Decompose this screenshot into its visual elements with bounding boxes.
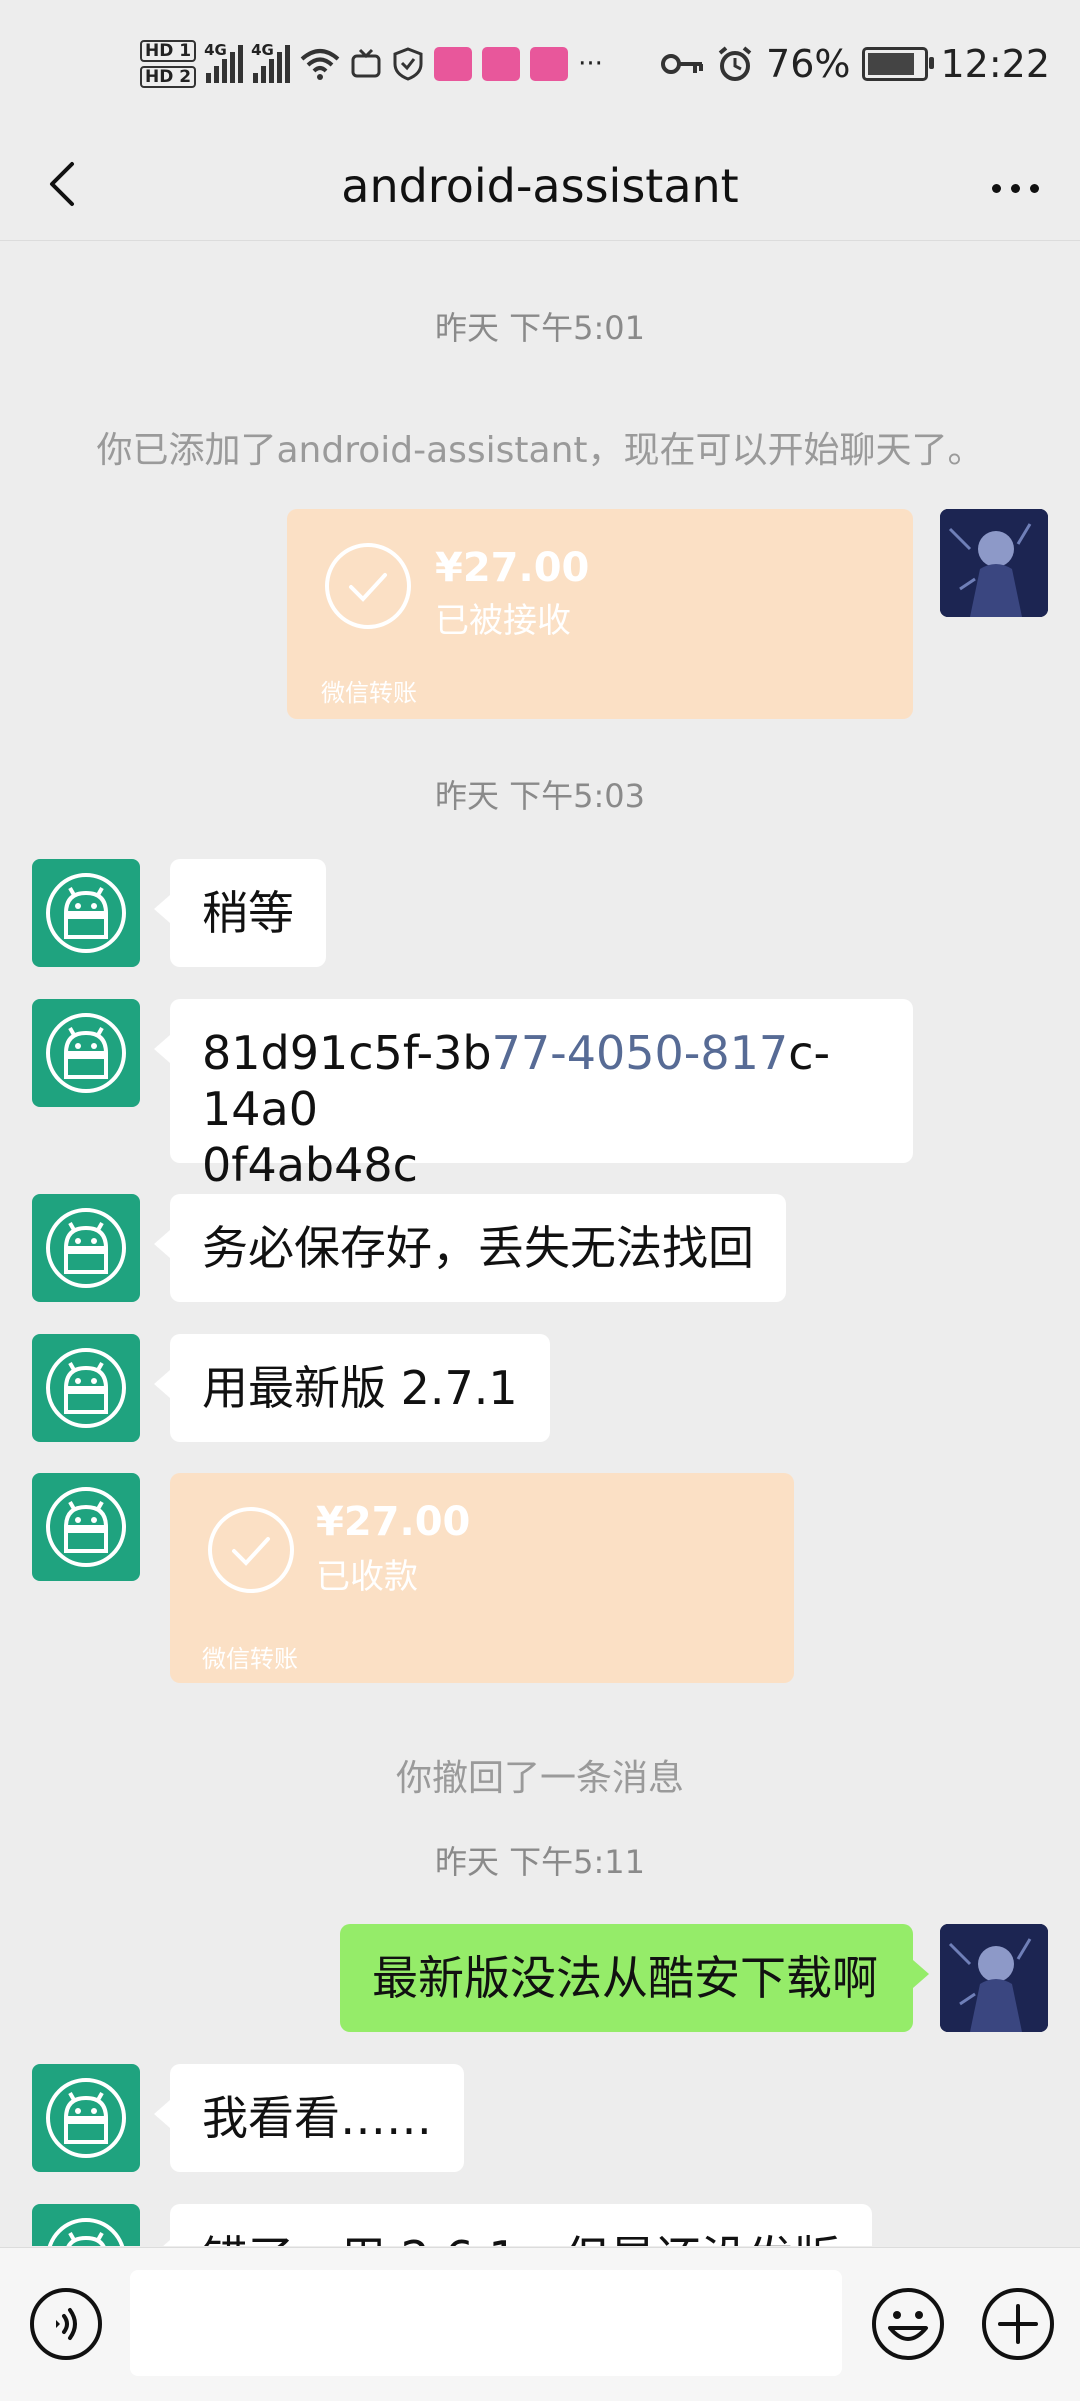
status-left-icons: HD 1 HD 2 4G 4G ··· [140,34,603,94]
timestamp: 昨天 下午5:03 [434,777,646,815]
recall-notice: 你撤回了一条消息 [395,1758,684,1799]
bilibili-icon [434,47,473,81]
android-robot-icon [46,1208,126,1288]
transfer-status: 已被接收 [435,601,571,641]
wifi-icon [300,49,340,80]
message-bubble-in[interactable]: 用最新版 2.7.1 [154,1334,550,1442]
more-dot-icon [1010,183,1020,193]
transfer-card-sent[interactable]: ¥27.00 已被接收 微信转账 [287,509,913,719]
transfer-status: 已收款 [316,1557,418,1597]
message-bubble-out[interactable]: 最新版没法从酷安下载啊 [340,1924,929,2032]
code-text: 81d91c5f-3b [202,1026,492,1080]
more-dot-icon [991,183,1001,193]
hd1-label: HD 1 [140,40,197,62]
nav-bar: android-assistant [0,130,1080,241]
shield-icon [393,47,423,81]
system-message: 你已添加了android-assistant，现在可以开始聊天了。 [96,430,984,471]
timestamp: 昨天 下午5:11 [434,1843,646,1881]
chat-title: android-assistant [341,159,739,213]
avatar-image [940,509,1048,617]
signal-icon-2: 4G [251,41,291,83]
bot-avatar[interactable] [32,1473,140,1581]
clock: 12:22 [940,42,1050,86]
tv-icon [351,48,381,78]
bot-avatar[interactable] [32,1334,140,1442]
bot-avatar[interactable] [32,2204,140,2246]
more-dot-icon [1029,183,1039,193]
key-icon [661,54,704,74]
back-button[interactable] [30,148,100,218]
bilibili-icon [530,47,569,81]
self-avatar[interactable] [940,509,1048,617]
android-robot-icon [46,1013,126,1093]
voice-button[interactable] [28,2286,104,2362]
phone-link[interactable]: 77-4050-817 [492,1026,789,1080]
message-input[interactable] [130,2270,842,2376]
transfer-card-received[interactable]: ¥27.00 已收款 微信转账 [170,1473,794,1683]
message-bubble-in[interactable]: 稍等 [154,859,326,967]
input-bar [0,2247,1080,2401]
android-robot-icon [46,1348,126,1428]
chevron-left-icon [50,162,74,206]
bot-avatar[interactable] [32,1194,140,1302]
status-right-icons: 76% 12:22 [660,34,1050,94]
bot-avatar[interactable] [32,2064,140,2172]
android-robot-icon [46,2078,126,2158]
message-bubble-code[interactable]: 81d91c5f-3b77-4050-817c-14a0 0f4ab48c [154,999,913,1192]
bot-avatar[interactable] [32,859,140,967]
transfer-label: 微信转账 [321,679,417,707]
chat-list[interactable]: 昨天 下午5:01 你已添加了android-assistant，现在可以开始聊… [0,241,1080,2246]
android-robot-icon [47,2218,125,2246]
emoji-icon [872,2288,944,2360]
bilibili-icon [482,47,521,81]
checkmark-icon [325,543,411,629]
hd2-label: HD 2 [140,66,197,88]
battery-icon [862,47,935,81]
checkmark-icon [208,1507,294,1593]
more-button[interactable] [980,158,1050,218]
network1-label: 4G [204,41,227,59]
more-functions-button[interactable] [978,2284,1058,2364]
battery-percent: 76% [766,42,851,86]
network2-label: 4G [251,41,274,59]
android-robot-icon [46,873,126,953]
status-bar: HD 1 HD 2 4G 4G ··· 76% 12:22 [0,0,1080,130]
hd-indicator: HD 1 HD 2 [140,40,197,88]
bot-avatar[interactable] [32,999,140,1107]
timestamp: 昨天 下午5:01 [434,309,646,347]
alarm-icon [718,46,752,81]
transfer-amount: ¥27.00 [316,1499,471,1545]
message-bubble-in[interactable]: 我看看…… [154,2064,464,2172]
avatar-image [940,1924,1048,2032]
plus-icon [982,2288,1054,2360]
transfer-label: 微信转账 [202,1645,298,1673]
self-avatar[interactable] [940,1924,1048,2032]
message-bubble-in[interactable]: 错了，用 2.6.1，但是还没发版 [154,2204,872,2246]
signal-icon: 4G [204,41,244,83]
voice-icon [30,2288,102,2360]
android-robot-icon [46,1487,126,1567]
message-bubble-in[interactable]: 务必保存好，丢失无法找回 [154,1194,786,1302]
emoji-button[interactable] [868,2284,948,2364]
code-text-line2: 0f4ab48c [202,1138,418,1192]
transfer-amount: ¥27.00 [435,545,590,591]
more-notifications: ··· [578,49,603,79]
